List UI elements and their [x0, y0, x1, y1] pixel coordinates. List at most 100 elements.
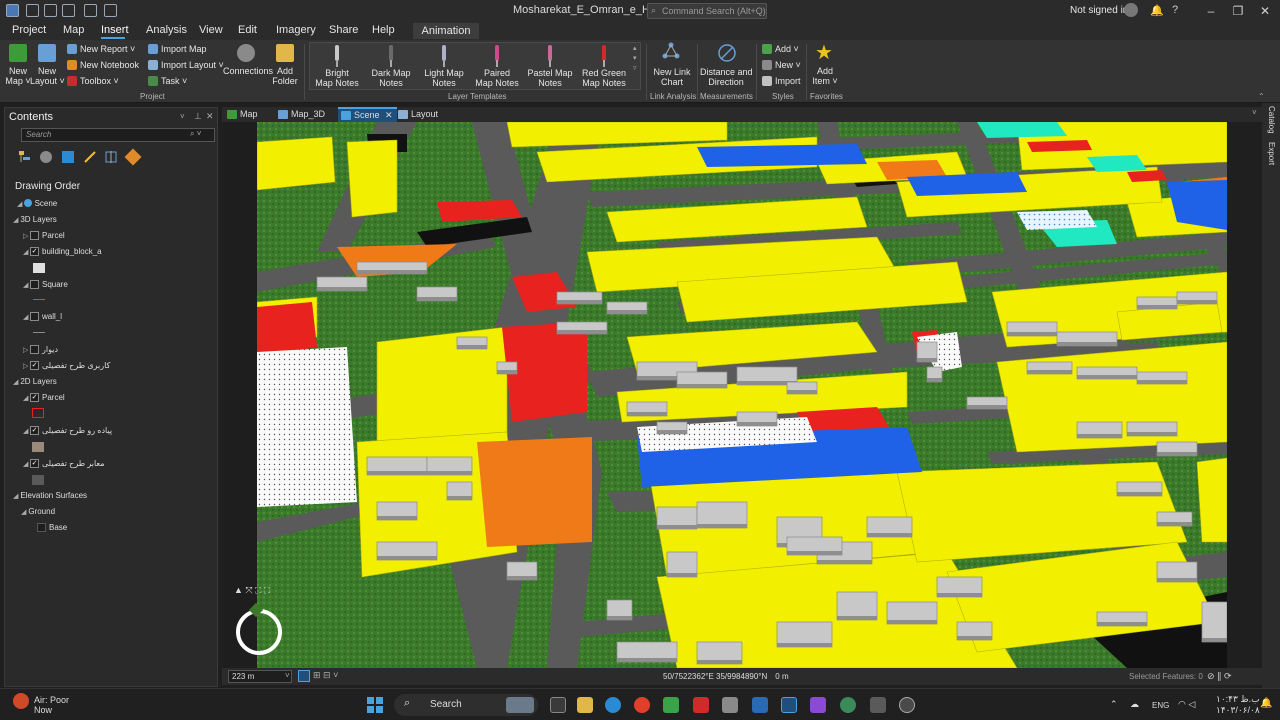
scale-dropdown-icon[interactable]: ˅: [285, 671, 290, 680]
status-icons[interactable]: ⊘ ∥ ⟳: [1207, 671, 1232, 682]
visual-studio-icon[interactable]: [810, 697, 826, 713]
layer-parcel-2d[interactable]: Parcel: [42, 393, 65, 402]
air-quality-icon[interactable]: [13, 693, 29, 709]
tray-overflow-icon[interactable]: ⌃: [1110, 699, 1118, 710]
export-pane-tab[interactable]: Export: [1267, 142, 1276, 165]
tab-analysis[interactable]: Analysis: [146, 24, 187, 36]
catalog-pane-tab[interactable]: Catalog: [1267, 106, 1276, 134]
toolbox-button[interactable]: Toolbox ˅: [67, 76, 119, 86]
symbol-swatch[interactable]: [32, 408, 44, 418]
expand-icon[interactable]: ◢: [23, 394, 28, 402]
symbol-swatch[interactable]: [32, 475, 44, 485]
new-layout-button[interactable]: New Layout ˅: [30, 66, 65, 86]
app-icon[interactable]: [663, 697, 679, 713]
snapping-toggle-icon[interactable]: ⊞ ⊟ ˅: [313, 670, 338, 681]
add-style-button[interactable]: Add ˅: [762, 44, 799, 54]
restore-icon[interactable]: ❐: [1229, 2, 1247, 20]
symbol-swatch[interactable]: [33, 332, 45, 333]
tab-edit[interactable]: Edit: [238, 24, 257, 36]
distance-direction-button[interactable]: Distance and Direction: [700, 67, 753, 87]
view-tab-layout[interactable]: Layout: [395, 107, 442, 122]
grid-view-icon[interactable]: [298, 670, 310, 682]
file-explorer-icon[interactable]: [577, 697, 593, 713]
tab-help[interactable]: Help: [372, 24, 395, 36]
layer-template-button[interactable]: Pastel Map Notes: [524, 45, 576, 88]
list-by-drawing-order-icon[interactable]: [19, 151, 31, 163]
command-search-input[interactable]: ⌕ Command Search (Alt+Q): [647, 3, 767, 19]
tree-node-ground[interactable]: ◢ Ground: [21, 507, 55, 516]
layer-streets-detail[interactable]: معابر طرح تفصیلی: [42, 459, 105, 468]
view-tab-map[interactable]: Map: [224, 107, 262, 122]
signin-status[interactable]: Not signed in: [1070, 5, 1128, 16]
tree-group-3d-layers[interactable]: ◢ 3D Layers: [13, 215, 57, 224]
tab-animation[interactable]: Animation: [413, 23, 479, 39]
tree-group-2d-layers[interactable]: ◢ 2D Layers: [13, 377, 57, 386]
layer-landuse-detail[interactable]: کاربری طرح تفصیلی: [42, 361, 110, 370]
acrobat-icon[interactable]: [693, 697, 709, 713]
import-map-button[interactable]: Import Map: [148, 44, 207, 54]
expand-icon[interactable]: ◢: [23, 313, 28, 321]
windows-start-icon[interactable]: [367, 697, 383, 713]
task-button[interactable]: Task ˅: [148, 76, 187, 86]
layer-wall-fa[interactable]: دیوار: [42, 345, 58, 354]
layer-checkbox[interactable]: [30, 231, 39, 240]
layer-template-button[interactable]: Paired Map Notes: [471, 45, 523, 88]
scale-input[interactable]: 223 m: [228, 670, 292, 683]
open-project-icon[interactable]: [44, 4, 57, 17]
list-by-snapping-icon[interactable]: [105, 151, 117, 163]
navigator-icon[interactable]: [236, 609, 282, 655]
expand-icon[interactable]: ◢: [17, 201, 24, 208]
new-map-button[interactable]: New Map ˅: [5, 66, 31, 86]
new-link-chart-button[interactable]: New Link Chart: [650, 67, 694, 87]
layer-template-button[interactable]: Red Green Map Notes: [578, 45, 630, 88]
close-pane-icon[interactable]: ✕: [206, 111, 214, 122]
edge-icon[interactable]: [605, 697, 621, 713]
expand-icon[interactable]: ◢: [23, 248, 28, 256]
minimize-icon[interactable]: –: [1202, 2, 1220, 20]
list-by-editing-icon[interactable]: [84, 151, 96, 163]
layer-checkbox[interactable]: [30, 312, 39, 321]
symbol-swatch[interactable]: [33, 263, 45, 273]
tab-map[interactable]: Map: [63, 24, 84, 36]
app-icon[interactable]: [899, 697, 915, 713]
layer-wall[interactable]: wall_l: [42, 312, 62, 321]
expand-icon[interactable]: ◢: [23, 427, 28, 435]
layer-template-button[interactable]: Bright Map Notes: [311, 45, 363, 88]
collapse-icon[interactable]: ▷: [23, 346, 28, 354]
cloud-icon[interactable]: ☁: [1130, 699, 1139, 710]
wifi-volume-icons[interactable]: ◠ ◁: [1178, 699, 1195, 710]
symbol-swatch[interactable]: [33, 299, 45, 300]
layer-checkbox[interactable]: ✓: [30, 459, 39, 468]
app-icon[interactable]: [722, 697, 738, 713]
layer-sidewalk-detail[interactable]: پیاده رو طرح تفصیلی: [42, 426, 112, 435]
layer-parcel-3d[interactable]: Parcel: [42, 231, 65, 240]
layer-square[interactable]: Square: [42, 280, 68, 289]
add-folder-button[interactable]: Add Folder: [270, 66, 300, 86]
arcgis-pro-icon[interactable]: [781, 697, 797, 713]
expand-icon[interactable]: ◢: [23, 281, 28, 289]
customize-qat-icon[interactable]: [104, 4, 117, 17]
app-icon[interactable]: [840, 697, 856, 713]
pane-options-icon[interactable]: ˅: [180, 112, 185, 121]
layer-checkbox[interactable]: ✓: [30, 426, 39, 435]
collapse-icon[interactable]: ▷: [23, 232, 28, 240]
pin-icon[interactable]: ⊥: [194, 111, 202, 122]
weather-widget[interactable]: Air: Poor Now: [34, 695, 69, 715]
collapse-icon[interactable]: ▷: [23, 362, 28, 370]
symbol-swatch[interactable]: [32, 442, 44, 452]
chrome-icon[interactable]: [634, 697, 650, 713]
language-indicator[interactable]: ENG: [1152, 701, 1169, 710]
new-report-button[interactable]: New Report ˅: [67, 44, 135, 54]
import-style-button[interactable]: Import: [762, 76, 801, 86]
help-icon[interactable]: ?: [1172, 4, 1178, 16]
tree-node-base[interactable]: Base: [49, 523, 67, 532]
layer-building-block[interactable]: building_block_a: [42, 247, 102, 256]
notifications-icon[interactable]: 🔔: [1260, 698, 1272, 709]
app-icon[interactable]: [870, 697, 886, 713]
tree-group-elevation[interactable]: ◢ Elevation Surfaces: [13, 491, 87, 500]
user-avatar-icon[interactable]: [1124, 3, 1138, 17]
tab-view[interactable]: View: [199, 24, 223, 36]
layer-checkbox[interactable]: [30, 345, 39, 354]
redo-icon[interactable]: [84, 4, 97, 17]
list-by-source-icon[interactable]: [40, 151, 52, 163]
